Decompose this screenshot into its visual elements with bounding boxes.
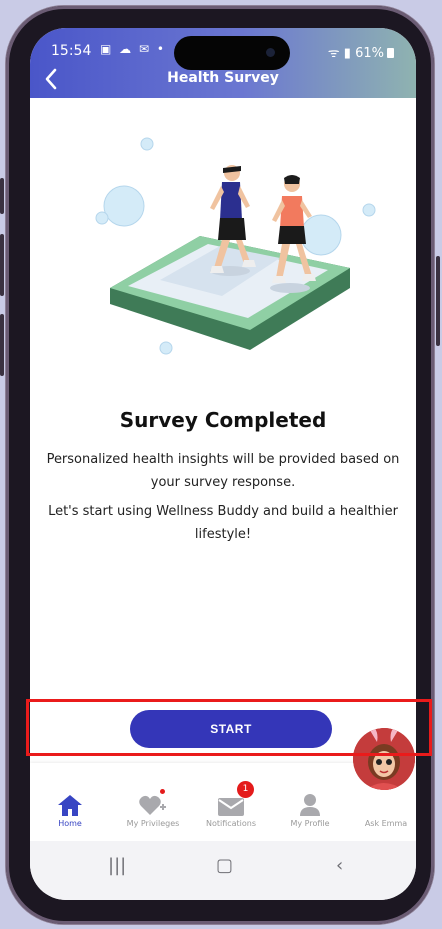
- system-back-button[interactable]: ‹: [336, 855, 343, 876]
- notification-badge: 1: [237, 781, 254, 798]
- page-title: Health Survey: [167, 70, 279, 86]
- status-time: 15:54: [51, 43, 92, 59]
- privileges-dot: [160, 789, 165, 794]
- nav-notifications-label: Notifications: [205, 819, 257, 828]
- volume-up-button: [0, 178, 4, 214]
- nav-my-privileges[interactable]: My Privileges: [118, 789, 188, 828]
- battery-icon: [387, 48, 394, 58]
- start-highlight-box: [26, 699, 432, 756]
- wellness-buddy-description: Let's start using Wellness Buddy and bui…: [48, 504, 398, 542]
- signal-icon: ᯤ ▮: [327, 46, 351, 61]
- heart-plus-icon: [139, 795, 166, 815]
- phone-screen: 15:54 ▣ ☁ ✉ • ᯤ ▮ 61% Health Survey Surv…: [30, 28, 416, 900]
- front-camera-icon: [266, 48, 275, 57]
- nav-home-label: Home: [58, 819, 82, 828]
- survey-completed-title: Survey Completed: [119, 408, 327, 432]
- nav-ask-emma[interactable]: Ask Emma: [351, 789, 416, 828]
- nav-ask-emma-label: Ask Emma: [364, 819, 408, 828]
- power-button: [436, 256, 440, 346]
- camera-notch: [174, 36, 290, 70]
- nav-notifications[interactable]: 1 Notifications: [196, 781, 266, 828]
- home-icon: [58, 795, 82, 816]
- system-navigation-bar: ||| ▢ ‹: [30, 841, 416, 900]
- person-icon: [300, 794, 320, 816]
- system-home-button[interactable]: ▢: [216, 855, 233, 876]
- battery-percent: 61%: [355, 46, 384, 61]
- nav-profile-label: My Profile: [290, 819, 330, 828]
- mail-icon: [218, 798, 244, 816]
- nav-home[interactable]: Home: [35, 789, 105, 828]
- recent-apps-button[interactable]: |||: [108, 855, 126, 876]
- insights-description: Personalized health insights will be pro…: [46, 452, 400, 490]
- side-button: [0, 314, 4, 376]
- nav-privileges-label: My Privileges: [126, 819, 180, 828]
- nav-my-profile[interactable]: My Profile: [275, 789, 345, 828]
- status-notification-icons: ▣ ☁ ✉ •: [100, 42, 166, 56]
- volume-down-button: [0, 234, 4, 296]
- app-header: 15:54 ▣ ☁ ✉ • ᯤ ▮ 61% Health Survey: [30, 28, 416, 98]
- status-right: ᯤ ▮ 61%: [328, 43, 394, 61]
- runners-illustration: [95, 137, 376, 355]
